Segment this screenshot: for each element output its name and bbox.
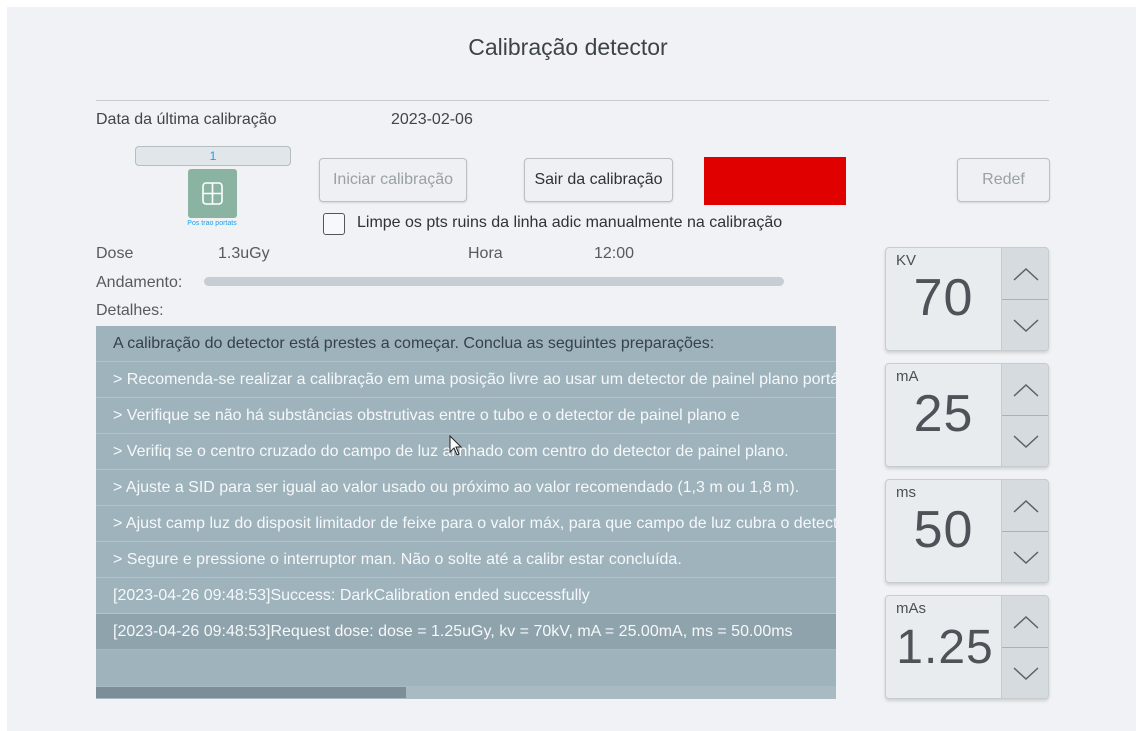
- ms-value: 50: [913, 501, 974, 559]
- title-divider: [96, 100, 1049, 101]
- start-calibration-button[interactable]: Iniciar calibração: [319, 158, 467, 202]
- dose-label: Dose: [96, 245, 134, 262]
- time-label: Hora: [468, 245, 503, 262]
- ma-arrows: [1001, 364, 1048, 466]
- ma-label: mA: [896, 368, 919, 385]
- clean-bad-points-label: Limpe os pts ruins da linha adic manualm…: [357, 214, 783, 231]
- chevron-up-icon: [1013, 499, 1039, 513]
- kv-decrease-button[interactable]: [1002, 300, 1048, 350]
- scrollbar-thumb[interactable]: [96, 687, 406, 698]
- chevron-down-icon: [1013, 666, 1039, 680]
- ms-arrows: [1001, 480, 1048, 582]
- exit-calibration-button[interactable]: Sair da calibração: [524, 158, 673, 202]
- position-caption: Pos trao portats: [187, 220, 237, 227]
- mouse-cursor-icon: [449, 435, 463, 456]
- reset-button[interactable]: Redef: [957, 158, 1050, 202]
- detector-position-button[interactable]: [188, 169, 237, 218]
- detector-grid-icon: [202, 182, 223, 205]
- status-indicator: [704, 157, 846, 205]
- ms-decrease-button[interactable]: [1002, 532, 1048, 582]
- log-line: > Segure e pressione o interruptor man. …: [96, 542, 836, 578]
- clean-bad-points-checkbox[interactable]: [323, 213, 345, 235]
- log-line: A calibração do detector está prestes a …: [96, 326, 836, 362]
- last-calibration-date: 2023-02-06: [391, 111, 473, 128]
- details-label: Detalhes:: [96, 302, 164, 319]
- kv-arrows: [1001, 248, 1048, 350]
- mas-spinner: mAs 1.25: [885, 595, 1049, 699]
- chevron-up-icon: [1013, 383, 1039, 397]
- time-value: 12:00: [594, 245, 635, 262]
- chevron-down-icon: [1013, 318, 1039, 332]
- progress-label: Andamento:: [96, 274, 183, 291]
- mas-decrease-button[interactable]: [1002, 648, 1048, 698]
- ms-increase-button[interactable]: [1002, 480, 1048, 532]
- log-line: > Ajust camp luz do disposit limitador d…: [96, 506, 836, 542]
- page-title: Calibração detector: [468, 34, 668, 60]
- ma-decrease-button[interactable]: [1002, 416, 1048, 466]
- horizontal-scrollbar[interactable]: [96, 686, 836, 699]
- ms-label: ms: [896, 484, 916, 501]
- kv-spinner: KV 70: [885, 247, 1049, 351]
- mas-increase-button[interactable]: [1002, 596, 1048, 648]
- log-line: > Recomenda-se realizar a calibração em …: [96, 362, 836, 398]
- mas-label: mAs: [896, 600, 926, 617]
- mas-value: 1.25: [896, 621, 994, 674]
- kv-value: 70: [913, 269, 974, 327]
- log-line: > Ajuste a SID para ser igual ao valor u…: [96, 470, 836, 506]
- ms-spinner: ms 50: [885, 479, 1049, 583]
- kv-label: KV: [896, 252, 917, 269]
- position-number-box[interactable]: 1: [135, 146, 291, 166]
- details-log[interactable]: A calibração do detector está prestes a …: [96, 326, 836, 699]
- log-line-selected: [2023-04-26 09:48:53]Request dose: dose …: [96, 614, 836, 650]
- log-line: [2023-04-26 09:48:53]Success: DarkCalibr…: [96, 578, 836, 614]
- log-line: > Verifiq se o centro cruzado do campo d…: [96, 434, 836, 470]
- chevron-down-icon: [1013, 550, 1039, 564]
- ma-increase-button[interactable]: [1002, 364, 1048, 416]
- dose-value: 1.3uGy: [218, 245, 270, 262]
- mas-arrows: [1001, 596, 1048, 698]
- ma-value: 25: [913, 385, 974, 443]
- chevron-down-icon: [1013, 434, 1039, 448]
- ma-spinner: mA 25: [885, 363, 1049, 467]
- chevron-up-icon: [1013, 267, 1039, 281]
- chevron-up-icon: [1013, 615, 1039, 629]
- progress-bar: [204, 277, 784, 286]
- log-line: > Verifique se não há substâncias obstru…: [96, 398, 836, 434]
- last-calibration-label: Data da última calibração: [96, 111, 277, 128]
- kv-increase-button[interactable]: [1002, 248, 1048, 300]
